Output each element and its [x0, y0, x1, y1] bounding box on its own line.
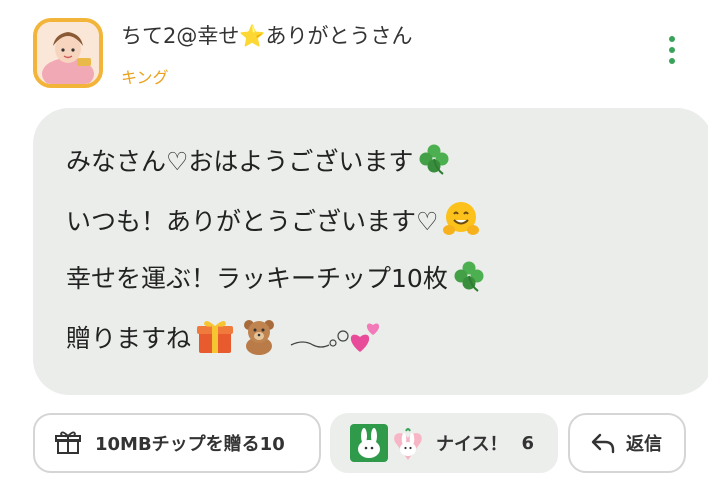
message-line-3: 幸せを運ぶ！ラッキーチップ10枚 [66, 259, 486, 297]
swirl-icon [289, 321, 351, 355]
hugging-face-icon [442, 200, 480, 242]
message-text-1: みなさん♡おはようございます [66, 146, 414, 176]
message-text-4: 贈りますね [66, 323, 192, 353]
message-text-3: 幸せを運ぶ！ラッキーチップ10枚 [66, 263, 448, 293]
message-line-4: 贈りますね [66, 317, 383, 359]
reply-icon [590, 431, 616, 455]
clover-icon [417, 142, 451, 180]
nice-count: 6 [521, 432, 534, 454]
message-line-2: いつも！ありがとうございます♡ [66, 200, 480, 242]
gift-icon [195, 317, 235, 359]
nice-label: ナイス！ [436, 434, 508, 455]
username[interactable]: ちて2@幸せ⭐ありがとうさん [121, 20, 413, 50]
message-line-1: みなさん♡おはようございます [66, 142, 451, 180]
more-vertical-icon[interactable] [661, 36, 683, 72]
clover-icon [452, 259, 486, 297]
teddy-bear-icon [239, 317, 279, 359]
avatar-image [37, 22, 99, 84]
hearts-icon [349, 318, 383, 358]
send-tip-button[interactable]: 10MBチップを贈る10 [33, 413, 321, 473]
message-text-2: いつも！ありがとうございます♡ [66, 206, 439, 236]
gift-outline-icon [55, 430, 81, 456]
rank-badge: キング [121, 68, 169, 87]
nice-rabbit-icon [348, 422, 430, 464]
reply-label: 返信 [626, 434, 662, 455]
user-avatar[interactable] [33, 18, 103, 88]
nice-button[interactable]: ナイス！ 6 [330, 413, 558, 473]
send-tip-label: 10MBチップを贈る10 [95, 434, 285, 455]
reply-button[interactable]: 返信 [568, 413, 686, 473]
